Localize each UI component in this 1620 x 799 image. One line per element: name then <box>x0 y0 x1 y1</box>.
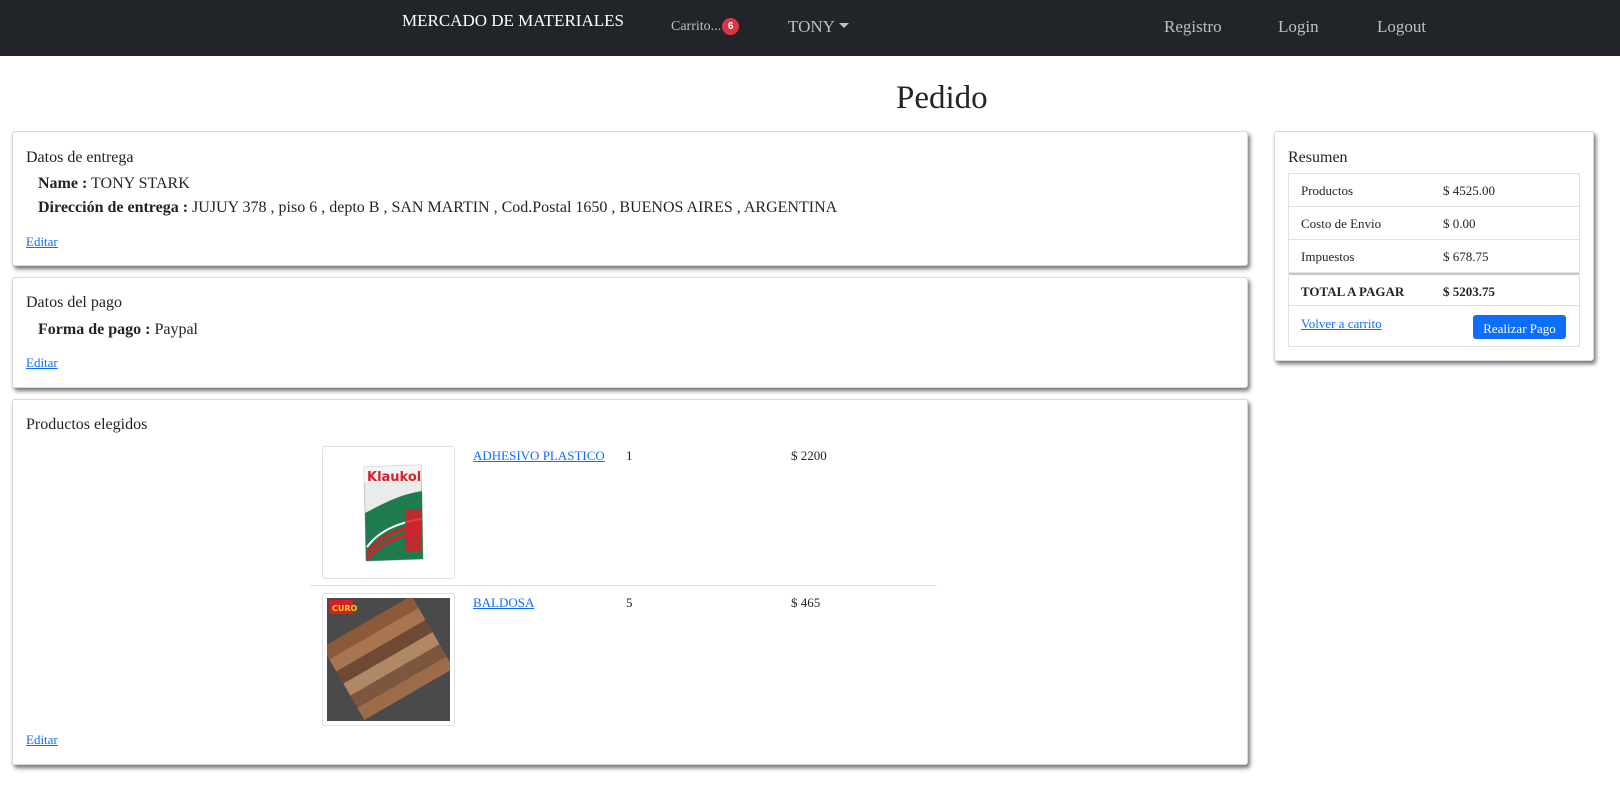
adhesive-bag-icon: Klaukol <box>327 451 450 574</box>
product-price: $ 465 <box>791 595 821 610</box>
brand-link[interactable]: MERCADO DE MATERIALES <box>402 11 624 31</box>
product-name-link[interactable]: BALDOSA <box>473 595 534 611</box>
caret-down-icon <box>838 23 849 28</box>
summary-row-products: Productos $ 4525.00 <box>1289 174 1579 207</box>
cart-label: Carrito... <box>671 19 722 34</box>
product-name-link[interactable]: ADHESIVO PLASTICO <box>473 448 605 464</box>
delivery-name-line: Name : TONY STARK <box>38 175 190 193</box>
delivery-card-title: Datos de entrega <box>26 149 134 166</box>
summary-table: Productos $ 4525.00 Costo de Envio $ 0.0… <box>1288 173 1580 347</box>
page-title: Pedido <box>896 80 988 116</box>
summary-card: Resumen Productos $ 4525.00 Costo de Env… <box>1274 131 1594 361</box>
product-image-adhesivo: Klaukol <box>322 446 455 579</box>
user-dropdown[interactable]: TONY <box>788 17 849 37</box>
edit-payment-link[interactable]: Editar <box>26 355 58 371</box>
summary-card-title: Resumen <box>1288 149 1348 166</box>
payment-method-label: Forma de pago : <box>38 321 151 338</box>
summary-row-label: Productos <box>1301 183 1353 198</box>
summary-row-value: $ 0.00 <box>1443 216 1476 231</box>
summary-actions: Volver a carrito Realizar Pago <box>1289 306 1579 346</box>
product-row: Klaukol ADHESIVO PLASTICO 1 $ 2200 <box>310 445 920 580</box>
products-card-title: Productos elegidos <box>26 416 148 433</box>
payment-card: Datos del pago Forma de pago : Paypal Ed… <box>12 277 1248 388</box>
summary-row-label: Impuestos <box>1301 249 1355 264</box>
edit-products-link[interactable]: Editar <box>26 732 58 748</box>
floor-tile-icon: CURO <box>322 595 454 721</box>
top-navbar: MERCADO DE MATERIALES Carrito... 6 TONY R… <box>0 0 1620 56</box>
summary-total-label: TOTAL A PAGAR <box>1301 284 1405 299</box>
delivery-address-value: JUJUY 378 , piso 6 , depto B , SAN MARTI… <box>192 199 838 216</box>
user-dropdown-label: TONY <box>788 17 835 36</box>
make-payment-button[interactable]: Realizar Pago <box>1473 315 1566 339</box>
login-link[interactable]: Login <box>1278 17 1319 37</box>
logout-link[interactable]: Logout <box>1377 17 1426 37</box>
product-price: $ 2200 <box>791 448 827 463</box>
delivery-address-line: Dirección de entrega : JUJUY 378 , piso … <box>38 199 837 217</box>
summary-row-shipping: Costo de Envio $ 0.00 <box>1289 207 1579 240</box>
product-qty: 5 <box>626 595 633 610</box>
back-to-cart-link[interactable]: Volver a carrito <box>1301 316 1382 332</box>
delivery-card: Datos de entrega Name : TONY STARK Direc… <box>12 131 1248 266</box>
delivery-name-value: TONY STARK <box>91 175 190 192</box>
klaukol-logo-text: Klaukol <box>367 470 421 485</box>
cart-link[interactable]: Carrito... 6 <box>671 18 740 35</box>
payment-method-value: Paypal <box>154 321 198 338</box>
delivery-address-label: Dirección de entrega : <box>38 199 189 216</box>
product-qty: 1 <box>626 448 633 463</box>
payment-method-line: Forma de pago : Paypal <box>38 321 198 339</box>
summary-row-taxes: Impuestos $ 678.75 <box>1289 240 1579 273</box>
register-link[interactable]: Registro <box>1164 17 1222 37</box>
curo-logo-text: CURO <box>332 604 358 613</box>
delivery-name-label: Name : <box>38 175 88 192</box>
product-row: CURO BALDOSA 5 $ 465 <box>310 592 920 727</box>
summary-row-total: TOTAL A PAGAR $ 5203.75 <box>1289 273 1579 306</box>
payment-card-title: Datos del pago <box>26 294 122 311</box>
edit-delivery-link[interactable]: Editar <box>26 234 58 250</box>
product-image-baldosa: CURO <box>322 593 455 726</box>
summary-row-value: $ 4525.00 <box>1443 183 1495 198</box>
product-divider <box>310 585 937 586</box>
cart-count-badge: 6 <box>722 18 740 35</box>
summary-row-label: Costo de Envio <box>1301 216 1382 231</box>
summary-total-value: $ 5203.75 <box>1443 284 1495 299</box>
summary-row-value: $ 678.75 <box>1443 249 1489 264</box>
